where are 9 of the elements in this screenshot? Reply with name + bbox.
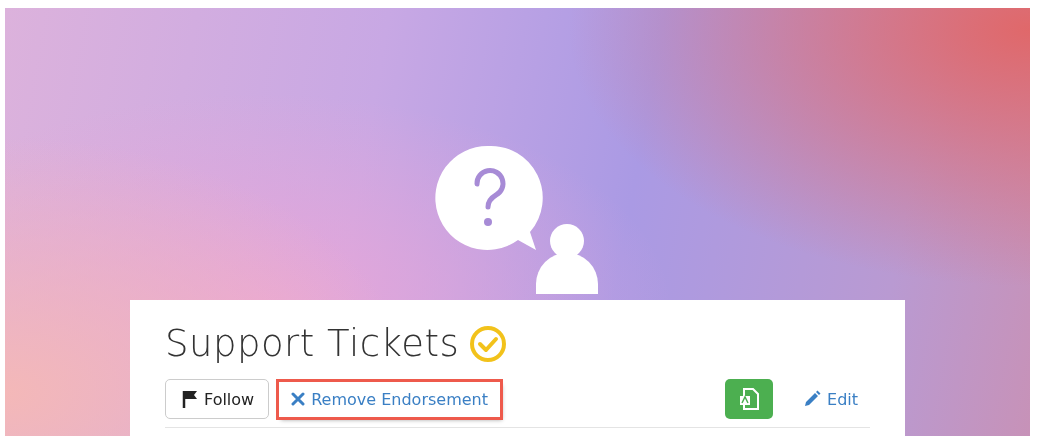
- follow-button[interactable]: Follow: [165, 379, 270, 419]
- remove-endorsement-link[interactable]: Remove Endorsement: [279, 381, 500, 417]
- edit-link[interactable]: Edit: [791, 381, 870, 417]
- document-icon: [739, 388, 759, 410]
- close-icon: [291, 392, 306, 406]
- flag-icon: [182, 390, 198, 408]
- page-title: Support Tickets: [165, 322, 460, 365]
- pencil-icon: [803, 390, 821, 408]
- export-button[interactable]: [725, 379, 773, 419]
